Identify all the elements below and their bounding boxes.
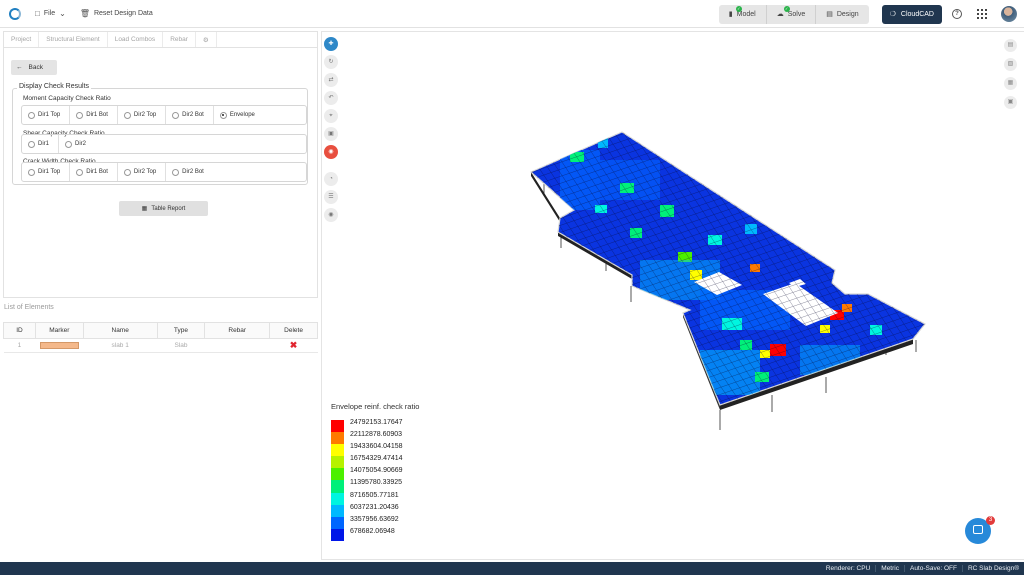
legend-swatch [331, 444, 344, 457]
product-name: RC Slab Design® [961, 565, 1024, 572]
layers-icon[interactable]: ☰ [324, 190, 338, 204]
status-bar: Renderer: CPU Metric Auto-Save: OFF RC S… [0, 562, 1024, 575]
view-controls: ▤ ▧ ▦ ▣ [1004, 39, 1017, 109]
view-side-icon[interactable]: ▦ [1004, 77, 1017, 90]
legend-title: Envelope reinf. check ratio [331, 402, 420, 411]
legend-value: 24792153.17647 [350, 419, 403, 426]
view-top-icon[interactable]: ▤ [1004, 39, 1017, 52]
legend-swatch [331, 456, 344, 469]
eye-icon[interactable]: ◉ [324, 208, 338, 222]
legend-value: 14075054.90669 [350, 467, 403, 475]
legend-value: 678682.06948 [350, 527, 395, 535]
legend-entry: 678682.06948 [331, 527, 419, 541]
chat-button[interactable]: 3 [965, 516, 995, 544]
view-iso-icon[interactable]: ▣ [1004, 96, 1017, 109]
unit-system[interactable]: Metric [875, 565, 904, 572]
legend-value: 19433604.04158 [350, 443, 403, 451]
legend-swatch [331, 528, 344, 541]
legend-value: 11395780.33925 [350, 479, 403, 487]
pan-icon[interactable]: ⇄ [324, 73, 338, 87]
zoom-fit-icon[interactable]: ▣ [324, 127, 338, 141]
legend-swatch [331, 516, 344, 529]
select-tool-icon[interactable]: ✚ [324, 37, 338, 51]
record-icon[interactable]: ◉ [324, 145, 338, 159]
legend-swatch [331, 504, 344, 517]
slab-model-render[interactable] [0, 0, 1024, 575]
legend-value: 22112878.60903 [350, 431, 403, 439]
measure-icon[interactable]: ⌖ [324, 109, 338, 123]
legend-swatch [331, 492, 344, 505]
undo-icon[interactable]: ↶ [324, 91, 338, 105]
legend-swatch [331, 468, 344, 481]
legend-value: 3357956.63692 [350, 515, 399, 523]
autosave-status[interactable]: Auto-Save: OFF [903, 565, 962, 572]
renderer-status: Renderer: CPU [825, 565, 871, 572]
chart-icon[interactable]: ◔ [324, 172, 338, 186]
legend-swatch [331, 420, 344, 433]
viewport-toolbar: ✚ ↻ ⇄ ↶ ⌖ ▣ ◉ ◔ ☰ ◉ [324, 37, 338, 222]
legend-value: 8716505.77181 [350, 491, 399, 499]
rotate-icon[interactable]: ↻ [324, 55, 338, 69]
legend-swatch [331, 432, 344, 445]
notification-badge: 3 [986, 516, 995, 525]
chat-icon [973, 525, 983, 534]
legend-swatch [331, 480, 344, 493]
view-front-icon[interactable]: ▧ [1004, 58, 1017, 71]
legend-value: 16754329.47414 [350, 455, 403, 463]
color-legend: Envelope reinf. check ratio 24792153.176… [331, 402, 419, 541]
legend-value: 6037231.20436 [350, 503, 399, 511]
